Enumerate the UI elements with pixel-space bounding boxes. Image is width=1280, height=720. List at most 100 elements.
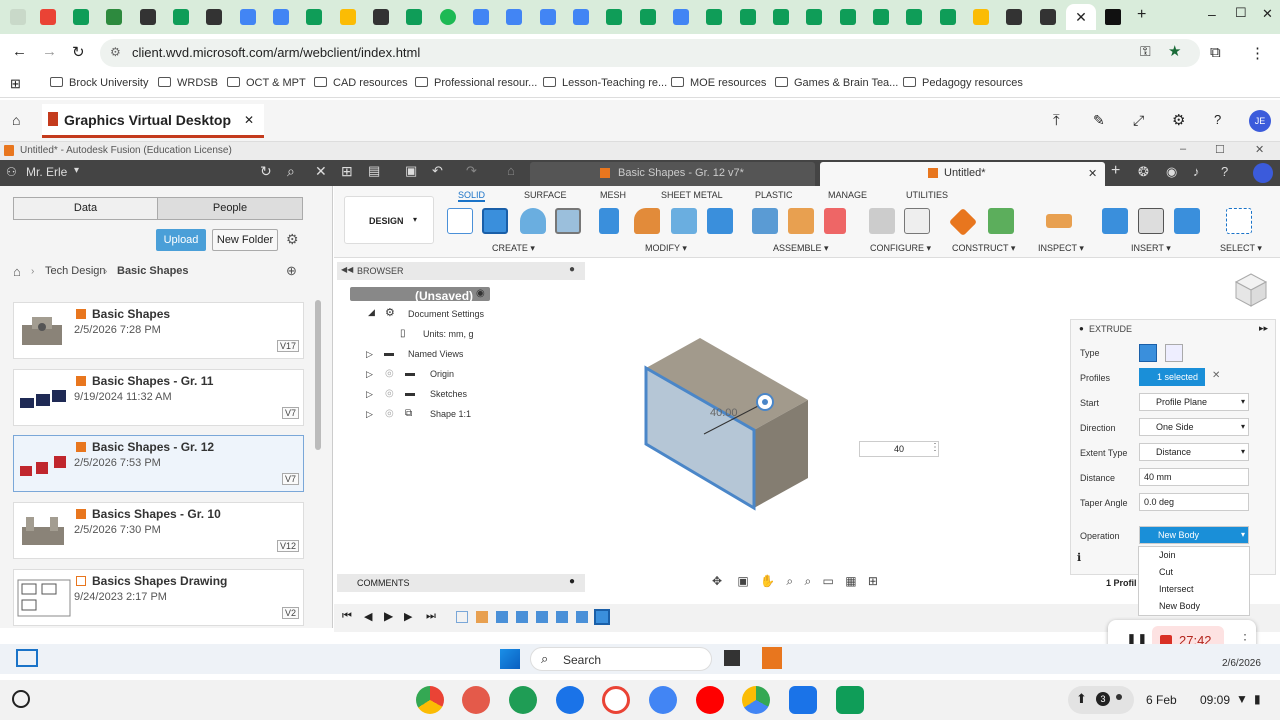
new-folder-button[interactable]: New Folder [212,229,278,251]
visibility-icon[interactable]: ◎ [385,368,394,379]
expand-icon[interactable]: ▷ [366,409,373,420]
new-component-icon[interactable] [752,208,778,234]
extrude-icon[interactable] [482,208,508,234]
wifi-icon[interactable]: ▼ [1236,692,1248,706]
menu-item-join[interactable]: Join [1139,547,1249,564]
expand-icon[interactable]: ▷ [366,369,373,380]
avatar[interactable]: JE [1249,110,1271,132]
settings-gear-icon[interactable]: ⚙ [286,231,299,248]
docs-tab-icon[interactable] [573,9,589,25]
extensions-icon[interactable]: ⧉ [1210,44,1221,61]
file-menu-icon[interactable]: ▤ [368,163,380,179]
close-icon[interactable]: ✕ [1255,143,1264,156]
sheets-tab-icon[interactable] [773,9,789,25]
revolve-icon[interactable] [520,208,546,234]
insert-image-icon[interactable] [1174,208,1200,234]
docs-app-icon[interactable] [649,686,677,714]
file-card[interactable]: Basics Shapes Drawing 9/24/2023 2:17 PM … [13,569,304,626]
zoom-icon[interactable]: ⌕ [786,574,793,588]
file-card[interactable]: Basic Shapes - Gr. 11 9/19/2024 11:32 AM… [13,369,304,426]
sheets-tab-icon[interactable] [606,9,622,25]
activate-icon[interactable]: ◉ [476,288,485,299]
sheets-tab-icon[interactable] [806,9,822,25]
tab-icon[interactable] [373,9,389,25]
job-status-icon[interactable]: ◉ [1166,164,1177,180]
document-tab[interactable]: Basic Shapes - Gr. 12 v7* [530,162,815,186]
close-icon[interactable]: ✕ [1088,167,1097,180]
sheets-tab-icon[interactable] [706,9,722,25]
sheets-tab-icon[interactable] [873,9,889,25]
pin-icon[interactable]: ✎ [1093,112,1105,129]
root-component-row[interactable]: (Unsaved) [350,287,490,303]
group-insert[interactable]: INSERT ▾ [1131,243,1171,254]
gmail-app-icon[interactable] [602,686,630,714]
drive-tab-icon[interactable] [340,9,356,25]
close-panel-icon[interactable]: ✕ [315,163,327,180]
menu-item-cut[interactable]: Cut [1139,564,1249,581]
group-configure[interactable]: CONFIGURE ▾ [870,243,931,254]
feature-icon[interactable] [476,611,488,623]
fillet-icon[interactable] [634,208,660,234]
tab-icon[interactable] [140,9,156,25]
distance-field[interactable]: 40 mm [1139,468,1249,486]
pan-icon[interactable]: ✋ [760,574,775,588]
version-badge[interactable]: V7 [281,473,299,485]
browser-panel-header[interactable]: ◀◀ BROWSER ● [337,262,585,280]
help-icon[interactable]: ? [1221,164,1228,179]
chevron-down-icon[interactable]: ▾ [1241,397,1245,406]
bookmark-star-icon[interactable]: ★ [1168,42,1181,60]
upload-button[interactable]: Upload [156,229,206,251]
shelf-date[interactable]: 6 Feb [1146,693,1177,707]
chrome-app-icon[interactable] [416,686,444,714]
visibility-icon[interactable]: ◎ [385,388,394,399]
sheets-tab-icon[interactable] [840,9,856,25]
configure-icon[interactable] [869,208,895,234]
expand-icon[interactable]: ▸▸ [1259,323,1268,334]
bookmark-item[interactable]: Pedagogy resources [903,77,1023,89]
menu-icon[interactable]: ⋮ [1250,44,1265,62]
tab-icon[interactable] [206,9,222,25]
tab-plastic[interactable]: PLASTIC [755,190,793,200]
back-icon[interactable]: ← [12,43,27,60]
home-icon[interactable]: ⌂ [13,264,21,279]
sheets-tab-icon[interactable] [906,9,922,25]
play-icon[interactable]: ▶ [384,609,393,623]
battery-icon[interactable]: ▮ [1254,692,1261,706]
measure-icon[interactable] [1046,214,1072,228]
forward-icon[interactable]: → [42,43,57,60]
fit-icon[interactable]: ⌕ [804,574,811,588]
tab-icon[interactable] [106,9,122,25]
active-tab-close-icon[interactable]: ✕ [1066,4,1096,30]
sheets-tab-icon[interactable] [173,9,189,25]
docs-tab-icon[interactable] [506,9,522,25]
bookmark-item[interactable]: Professional resour... [415,77,537,89]
fusion-app-icon[interactable] [762,647,782,669]
tree-label[interactable]: Shape 1:1 [430,409,471,419]
avatar[interactable] [1253,163,1273,183]
distance-input[interactable]: 40 [859,441,939,457]
tab-icon[interactable] [1040,9,1056,25]
sheets-tab-icon[interactable] [406,9,422,25]
sheets-tab-icon[interactable] [73,9,89,25]
create-sketch-icon[interactable] [447,208,473,234]
maximize-icon[interactable]: ☐ [1215,143,1225,156]
help-icon[interactable]: ? [1214,112,1221,127]
offset-plane-icon[interactable] [948,207,978,237]
chevron-down-icon[interactable]: ▾ [1241,447,1245,456]
address-bar[interactable]: ⚙ client.wvd.microsoft.com/arm/webclient… [100,39,1200,67]
operation-select[interactable]: New Body [1139,526,1249,544]
clear-selection-icon[interactable]: ✕ [1212,370,1220,381]
extensions-icon[interactable]: ❂ [1138,164,1149,180]
shelf-time[interactable]: 09:09 [1200,693,1230,707]
version-badge[interactable]: V17 [276,340,299,352]
fullscreen-icon[interactable]: ⤢ [1133,112,1144,129]
tree-label[interactable]: Units: mm, g [423,329,474,339]
orbit-icon[interactable]: ✥ [712,574,722,588]
docs-tab-icon[interactable] [273,9,289,25]
bookmark-item[interactable]: Brock University [50,77,148,89]
version-badge[interactable]: V7 [281,407,299,419]
step-back-icon[interactable]: ◀ [364,610,372,623]
sketch-feature-icon[interactable] [456,611,468,623]
docs-tab-icon[interactable] [240,9,256,25]
workspace-switcher[interactable]: DESIGN ▾ [344,196,434,244]
